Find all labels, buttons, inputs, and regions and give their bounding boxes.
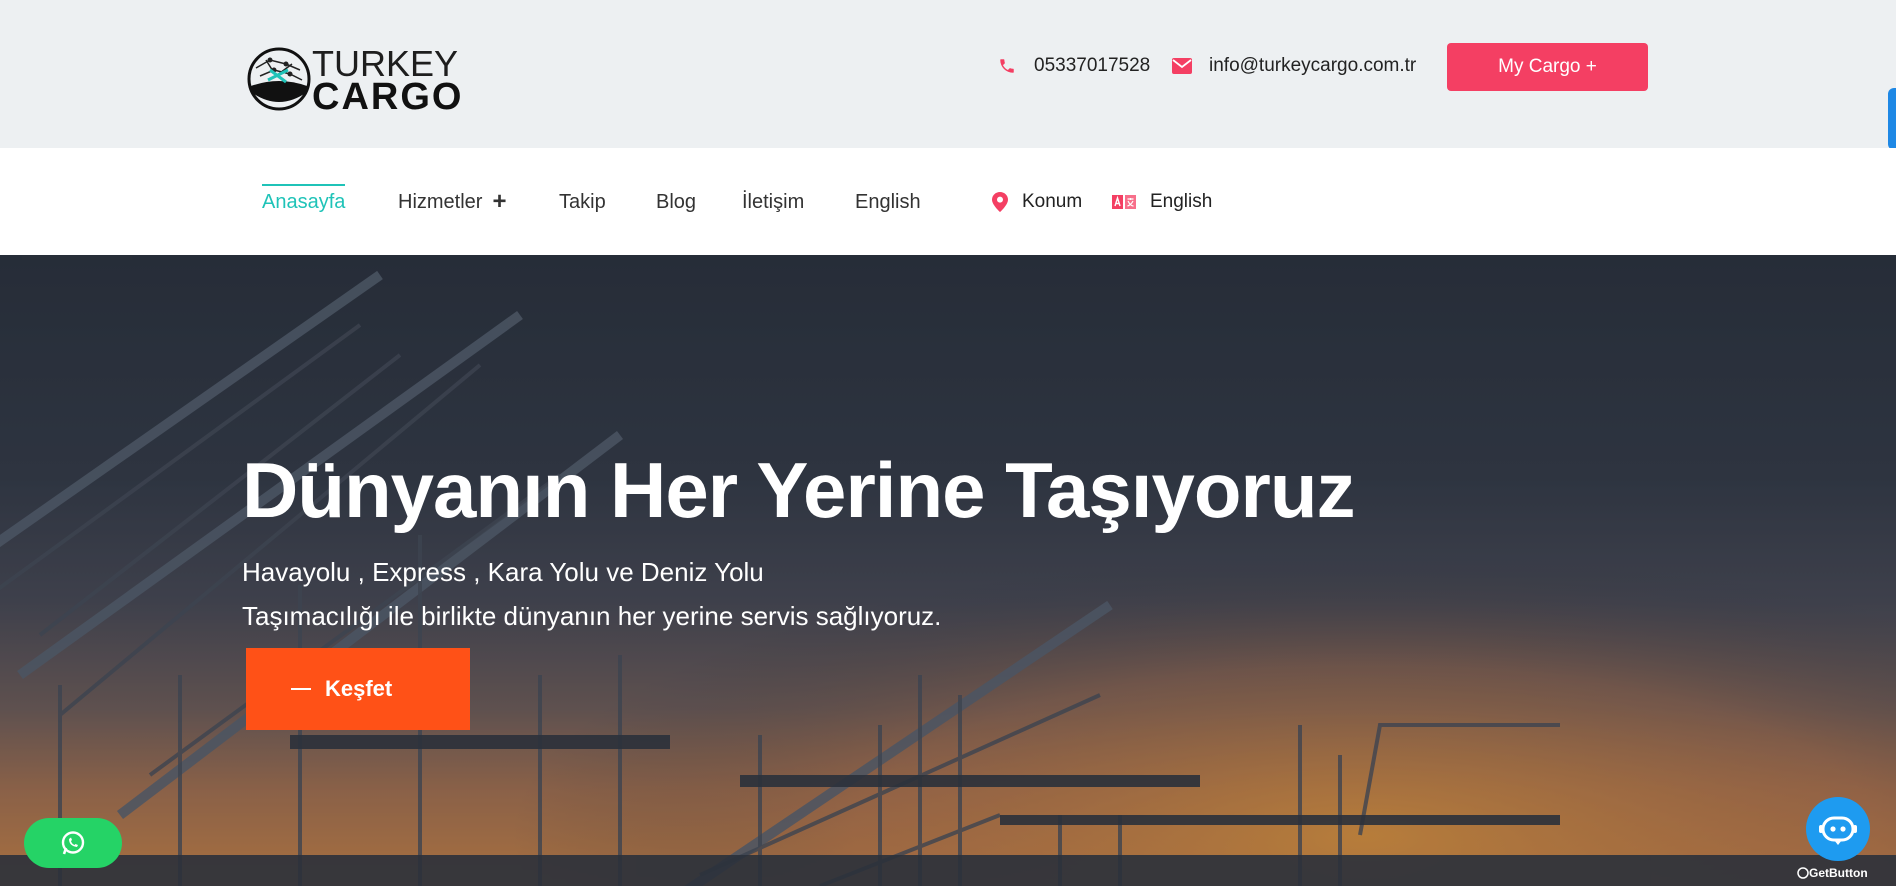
plus-icon: + bbox=[492, 188, 507, 215]
top-header: TURKEY CARGO 05337017528 info@turkeycarg… bbox=[0, 0, 1896, 150]
side-feedback-tab[interactable] bbox=[1888, 88, 1896, 150]
location-link[interactable]: Konum bbox=[992, 188, 1082, 216]
hero-subtitle-line1: Havayolu , Express , Kara Yolu ve Deniz … bbox=[242, 557, 764, 587]
logo-line2: CARGO bbox=[312, 76, 464, 118]
getbutton-branding[interactable]: GetButton bbox=[1797, 866, 1868, 880]
hero-title: Dünyanın Her Yerine Taşıyoruz bbox=[242, 446, 1355, 534]
email-address: info@turkeycargo.com.tr bbox=[1209, 55, 1417, 76]
chat-bubble-icon bbox=[1797, 867, 1809, 879]
phone-contact[interactable]: 05337017528 bbox=[996, 50, 1150, 82]
email-contact[interactable]: info@turkeycargo.com.tr bbox=[1171, 50, 1416, 82]
phone-icon bbox=[996, 55, 1018, 77]
my-cargo-button[interactable]: My Cargo + bbox=[1447, 43, 1648, 91]
phone-number: 05337017528 bbox=[1034, 55, 1151, 76]
nav-item-label: Hizmetler bbox=[398, 190, 483, 213]
envelope-icon bbox=[1171, 55, 1193, 77]
globe-logo-icon bbox=[247, 47, 311, 111]
getbutton-label: GetButton bbox=[1809, 866, 1868, 880]
main-navigation: Anasayfa Hizmetler + Takip Blog İletişim… bbox=[0, 148, 1896, 255]
translate-icon bbox=[1112, 195, 1136, 209]
hero-subtitle-line2: Taşımacılığı ile birlikte dünyanın her y… bbox=[242, 601, 942, 631]
location-label: Konum bbox=[1022, 191, 1083, 212]
language-switch[interactable]: English bbox=[1112, 188, 1212, 216]
nav-item-iletisim[interactable]: İletişim bbox=[742, 188, 804, 216]
nav-item-hizmetler[interactable]: Hizmetler + bbox=[398, 188, 506, 216]
header-divider bbox=[22, 256, 132, 260]
robot-chat-icon bbox=[1819, 816, 1857, 845]
nav-item-english[interactable]: English bbox=[855, 188, 921, 216]
whatsapp-icon bbox=[61, 831, 85, 855]
nav-item-takip[interactable]: Takip bbox=[559, 188, 606, 216]
site-logo[interactable]: TURKEY CARGO bbox=[246, 46, 472, 116]
map-pin-icon bbox=[992, 192, 1008, 212]
language-label: English bbox=[1150, 191, 1213, 212]
dash-icon bbox=[291, 688, 311, 690]
explore-button[interactable]: Keşfet bbox=[246, 648, 470, 730]
whatsapp-button[interactable] bbox=[24, 818, 122, 868]
nav-item-anasayfa[interactable]: Anasayfa bbox=[262, 184, 346, 216]
explore-button-label: Keşfet bbox=[325, 676, 393, 701]
nav-item-blog[interactable]: Blog bbox=[656, 188, 696, 216]
chatbot-button[interactable] bbox=[1806, 797, 1870, 861]
hero-banner: Dünyanın Her Yerine Taşıyoruz Havayolu ,… bbox=[0, 255, 1896, 886]
